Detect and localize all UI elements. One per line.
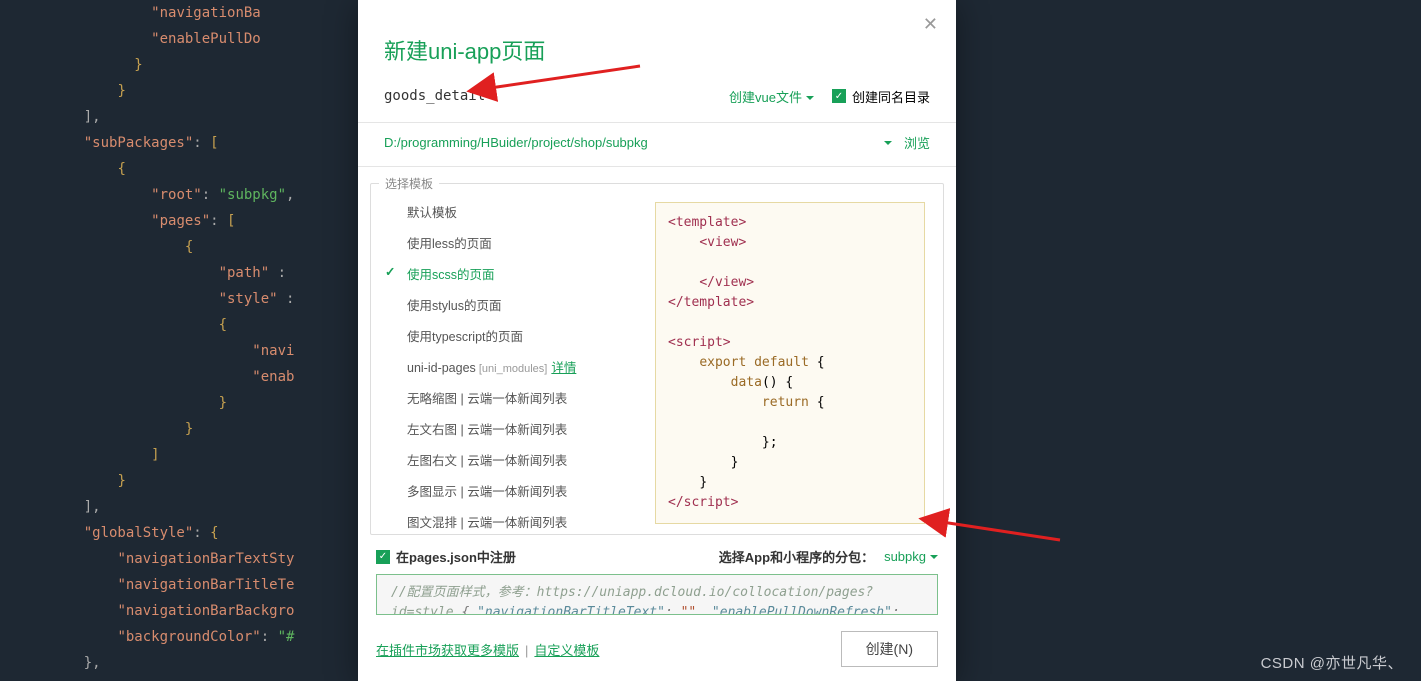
template-item[interactable]: 使用typescript的页面 xyxy=(371,320,643,351)
template-item[interactable]: 使用scss的页面 xyxy=(371,258,643,289)
chevron-down-icon xyxy=(806,96,814,104)
close-icon[interactable]: ✕ xyxy=(923,14,938,35)
template-legend: 选择模板 xyxy=(379,175,439,192)
template-fieldset: 选择模板 默认模板使用less的页面使用scss的页面使用stylus的页面使用… xyxy=(370,175,944,535)
custom-template-link[interactable]: 自定义模板 xyxy=(534,643,599,658)
template-item[interactable]: 图文混排 | 云端一体新闻列表 xyxy=(371,506,643,534)
create-button[interactable]: 创建(N) xyxy=(841,631,938,667)
template-item[interactable]: 无略缩图 | 云端一体新闻列表 xyxy=(371,382,643,413)
template-item[interactable]: uni-id-pages [uni_modules]详情 xyxy=(371,351,643,382)
template-item[interactable]: 使用stylus的页面 xyxy=(371,289,643,320)
template-item[interactable]: 左图右文 | 云端一体新闻列表 xyxy=(371,444,643,475)
subpkg-dropdown[interactable]: subpkg xyxy=(884,549,938,564)
browse-button[interactable]: 浏览 xyxy=(904,133,930,152)
page-name-input[interactable] xyxy=(384,84,563,108)
template-preview: <template> <view> </view> </template> <s… xyxy=(643,192,943,534)
template-item[interactable]: 多图显示 | 云端一体新闻列表 xyxy=(371,475,643,506)
path-row: D:/programming/HBuider/project/shop/subp… xyxy=(358,123,956,167)
dialog-footer: 在插件市场获取更多模版|自定义模板 创建(N) xyxy=(358,615,956,681)
register-row: ✓在pages.json中注册 选择App和小程序的分包： subpkg xyxy=(358,535,956,574)
select-pkg-label: 选择App和小程序的分包： xyxy=(719,547,874,566)
chevron-down-icon[interactable] xyxy=(884,141,892,149)
create-vue-dropdown[interactable]: 创建vue文件 xyxy=(729,87,814,106)
template-item[interactable]: 左文右图 | 云端一体新闻列表 xyxy=(371,413,643,444)
register-checkbox[interactable]: ✓在pages.json中注册 xyxy=(376,547,516,566)
same-dir-checkbox[interactable]: ✓创建同名目录 xyxy=(832,87,930,106)
preview-code: <template> <view> </view> </template> <s… xyxy=(655,202,925,524)
page-style-editor[interactable]: //配置页面样式，参考：https://uniapp.dcloud.io/col… xyxy=(376,574,938,615)
dialog-title: 新建uni-app页面 xyxy=(358,0,956,76)
more-templates-link[interactable]: 在插件市场获取更多模版 xyxy=(376,643,519,658)
template-item[interactable]: 使用less的页面 xyxy=(371,227,643,258)
new-page-dialog: ✕ 新建uni-app页面 创建vue文件 ✓创建同名目录 D:/program… xyxy=(358,0,956,681)
watermark: CSDN @亦世凡华、 xyxy=(1261,652,1403,673)
chevron-down-icon xyxy=(930,555,938,563)
template-list[interactable]: 默认模板使用less的页面使用scss的页面使用stylus的页面使用types… xyxy=(371,192,643,534)
path-text: D:/programming/HBuider/project/shop/subp… xyxy=(384,135,880,150)
name-row: 创建vue文件 ✓创建同名目录 xyxy=(358,76,956,123)
template-item[interactable]: 默认模板 xyxy=(371,196,643,227)
